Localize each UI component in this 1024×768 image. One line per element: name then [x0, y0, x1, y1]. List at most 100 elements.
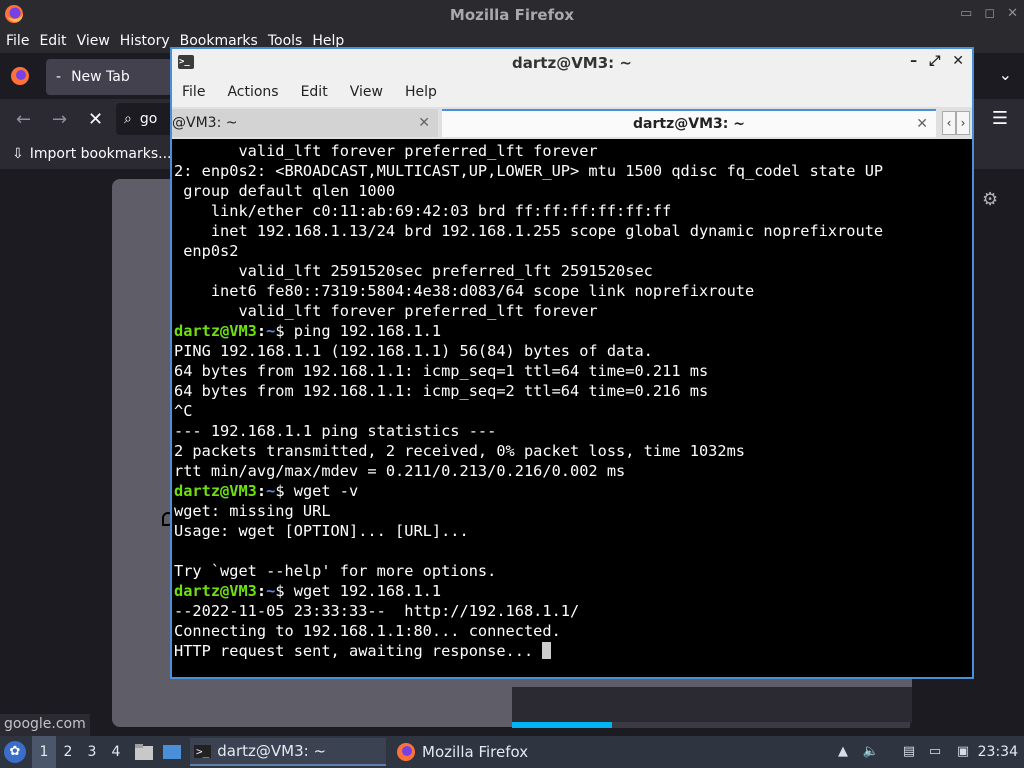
app-menu-icon[interactable]: ☰	[992, 108, 1008, 129]
list-all-tabs-icon[interactable]: ⌄	[999, 65, 1012, 84]
file-manager-icon[interactable]	[134, 743, 154, 761]
output-text: 2: enp0s2: <BROADCAST,MULTICAST,UP,LOWER…	[174, 162, 884, 180]
output-text: 64 bytes from 192.168.1.1: icmp_seq=1 tt…	[174, 362, 709, 380]
terminal-line: 2: enp0s2: <BROADCAST,MULTICAST,UP,LOWER…	[174, 161, 970, 181]
terminal-line: dartz@VM3:~$ ping 192.168.1.1	[174, 321, 970, 341]
output-text: enp0s2	[174, 242, 239, 260]
terminal-line: dartz@VM3:~$ wget 192.168.1.1	[174, 581, 970, 601]
prompt-path: ~	[266, 322, 276, 340]
import-bookmarks-link[interactable]: Import bookmarks...	[30, 146, 172, 162]
close-icon[interactable]: ✕	[1007, 6, 1018, 21]
term-menu-actions[interactable]: Actions	[227, 84, 278, 100]
prompt-path: ~	[266, 482, 276, 500]
workspace-2[interactable]: 2	[56, 736, 80, 768]
minimize-icon[interactable]: –	[910, 53, 917, 69]
notification-icon[interactable]: ▣	[954, 744, 972, 760]
url-bar[interactable]: ⌕ go	[116, 103, 176, 135]
back-icon[interactable]: ←	[16, 109, 31, 130]
term-menu-edit[interactable]: Edit	[301, 84, 328, 100]
prompt-separator: :	[256, 482, 267, 500]
terminal-line: ^C	[174, 401, 970, 421]
close-icon[interactable]: ✕	[952, 53, 964, 69]
firefox-window-title: Mozilla Firefox	[449, 5, 575, 24]
forward-icon[interactable]: →	[52, 109, 67, 130]
firefox-logo-icon	[397, 743, 415, 761]
terminal-tab-2-label: dartz@VM3: ~	[633, 116, 745, 132]
term-menu-view[interactable]: View	[350, 84, 383, 100]
term-menu-file[interactable]: File	[182, 84, 205, 100]
search-icon: ⌕	[124, 111, 132, 127]
terminal-line: enp0s2	[174, 241, 970, 261]
desktop-icon[interactable]	[162, 743, 182, 761]
prompt-user: dartz@VM3	[174, 582, 257, 600]
terminal-tabbar: @VM3: ~ ✕ dartz@VM3: ~ ✕ ‹ ›	[172, 107, 972, 139]
gear-icon[interactable]: ⚙	[982, 189, 998, 210]
terminal-line: valid_lft forever preferred_lft forever	[174, 141, 970, 161]
terminal-line: group default qlen 1000	[174, 181, 970, 201]
status-text: google.com	[0, 714, 90, 736]
firefox-view-icon[interactable]	[10, 66, 30, 86]
maximize-icon[interactable]: ◻	[984, 6, 995, 21]
output-text: 64 bytes from 192.168.1.1: icmp_seq=2 tt…	[174, 382, 709, 400]
menu-edit[interactable]: Edit	[39, 33, 66, 49]
menu-file[interactable]: File	[6, 33, 29, 49]
close-icon[interactable]: ✕	[916, 116, 928, 132]
network-icon[interactable]: ▭	[926, 744, 944, 760]
terminal-line: Usage: wget [OPTION]... [URL]...	[174, 521, 970, 541]
start-menu-icon[interactable]: ✿	[4, 741, 26, 763]
terminal-window-controls: – ⤢ ✕	[910, 53, 964, 69]
firefox-logo-icon	[5, 5, 23, 23]
clipboard-icon[interactable]: ▤	[900, 744, 918, 760]
workspace-4[interactable]: 4	[104, 736, 128, 768]
task-firefox-label: Mozilla Firefox	[422, 743, 529, 761]
terminal-line: valid_lft forever preferred_lft forever	[174, 301, 970, 321]
output-text: 2 packets transmitted, 2 received, 0% pa…	[174, 442, 745, 460]
terminal-cursor	[542, 642, 552, 659]
terminal-line: Try `wget --help' for more options.	[174, 561, 970, 581]
terminal-tab-2[interactable]: dartz@VM3: ~ ✕	[442, 109, 936, 137]
terminal-line: dartz@VM3:~$ wget -v	[174, 481, 970, 501]
terminal-tab-1-label: @VM3: ~	[172, 115, 238, 131]
menu-view[interactable]: View	[77, 33, 110, 49]
firefox-titlebar[interactable]: Mozilla Firefox ▭ ◻ ✕	[0, 0, 1024, 29]
workspace-1[interactable]: 1	[32, 736, 56, 768]
update-icon[interactable]: ▲	[834, 744, 852, 760]
prompt-user: dartz@VM3	[174, 322, 257, 340]
close-icon[interactable]: ✕	[418, 115, 430, 131]
prompt-separator: :	[256, 322, 267, 340]
clock: 23:34	[977, 744, 1018, 760]
load-progress-bar	[512, 722, 910, 728]
terminal-line: PING 192.168.1.1 (192.168.1.1) 56(84) by…	[174, 341, 970, 361]
tab-new-tab[interactable]: - New Tab	[46, 59, 172, 95]
terminal-titlebar[interactable]: >_ dartz@VM3: ~ – ⤢ ✕	[172, 49, 972, 77]
terminal-line: 2 packets transmitted, 2 received, 0% pa…	[174, 441, 970, 461]
term-menu-help[interactable]: Help	[405, 84, 437, 100]
terminal-tab-1[interactable]: @VM3: ~ ✕	[172, 109, 438, 137]
output-text: inet 192.168.1.13/24 brd 192.168.1.255 s…	[174, 222, 884, 240]
output-text: PING 192.168.1.1 (192.168.1.1) 56(84) by…	[174, 342, 653, 360]
output-text: HTTP request sent, awaiting response...	[174, 642, 543, 660]
menu-history[interactable]: History	[120, 33, 170, 49]
task-terminal[interactable]: >_ dartz@VM3: ~	[190, 738, 386, 766]
terminal-line: inet6 fe80::7319:5804:4e38:d083/64 scope…	[174, 281, 970, 301]
stop-icon[interactable]: ✕	[88, 109, 103, 130]
output-text: Connecting to 192.168.1.1:80... connecte…	[174, 622, 561, 640]
workspace-3[interactable]: 3	[80, 736, 104, 768]
terminal-window: >_ dartz@VM3: ~ – ⤢ ✕ File Actions Edit …	[170, 47, 974, 679]
output-text: --2022-11-05 23:33:33-- http://192.168.1…	[174, 602, 580, 620]
tab-loading-icon: -	[56, 69, 62, 85]
prompt-symbol: $	[275, 482, 294, 500]
prompt-symbol: $	[275, 582, 294, 600]
terminal-line: rtt min/avg/max/mdev = 0.211/0.213/0.216…	[174, 461, 970, 481]
minimize-icon[interactable]: ▭	[960, 6, 972, 21]
volume-icon[interactable]: 🔈	[862, 744, 880, 760]
prompt-separator: :	[256, 582, 267, 600]
maximize-icon[interactable]: ⤢	[929, 53, 940, 69]
scroll-tabs-left-icon[interactable]: ‹	[942, 111, 956, 135]
scroll-tabs-right-icon[interactable]: ›	[956, 111, 970, 135]
terminal-line: Connecting to 192.168.1.1:80... connecte…	[174, 621, 970, 641]
terminal-icon: >_	[194, 744, 212, 758]
task-firefox[interactable]: Mozilla Firefox	[392, 738, 582, 766]
output-text: wget: missing URL	[174, 502, 331, 520]
terminal-output[interactable]: valid_lft forever preferred_lft forever 2…	[174, 141, 970, 677]
